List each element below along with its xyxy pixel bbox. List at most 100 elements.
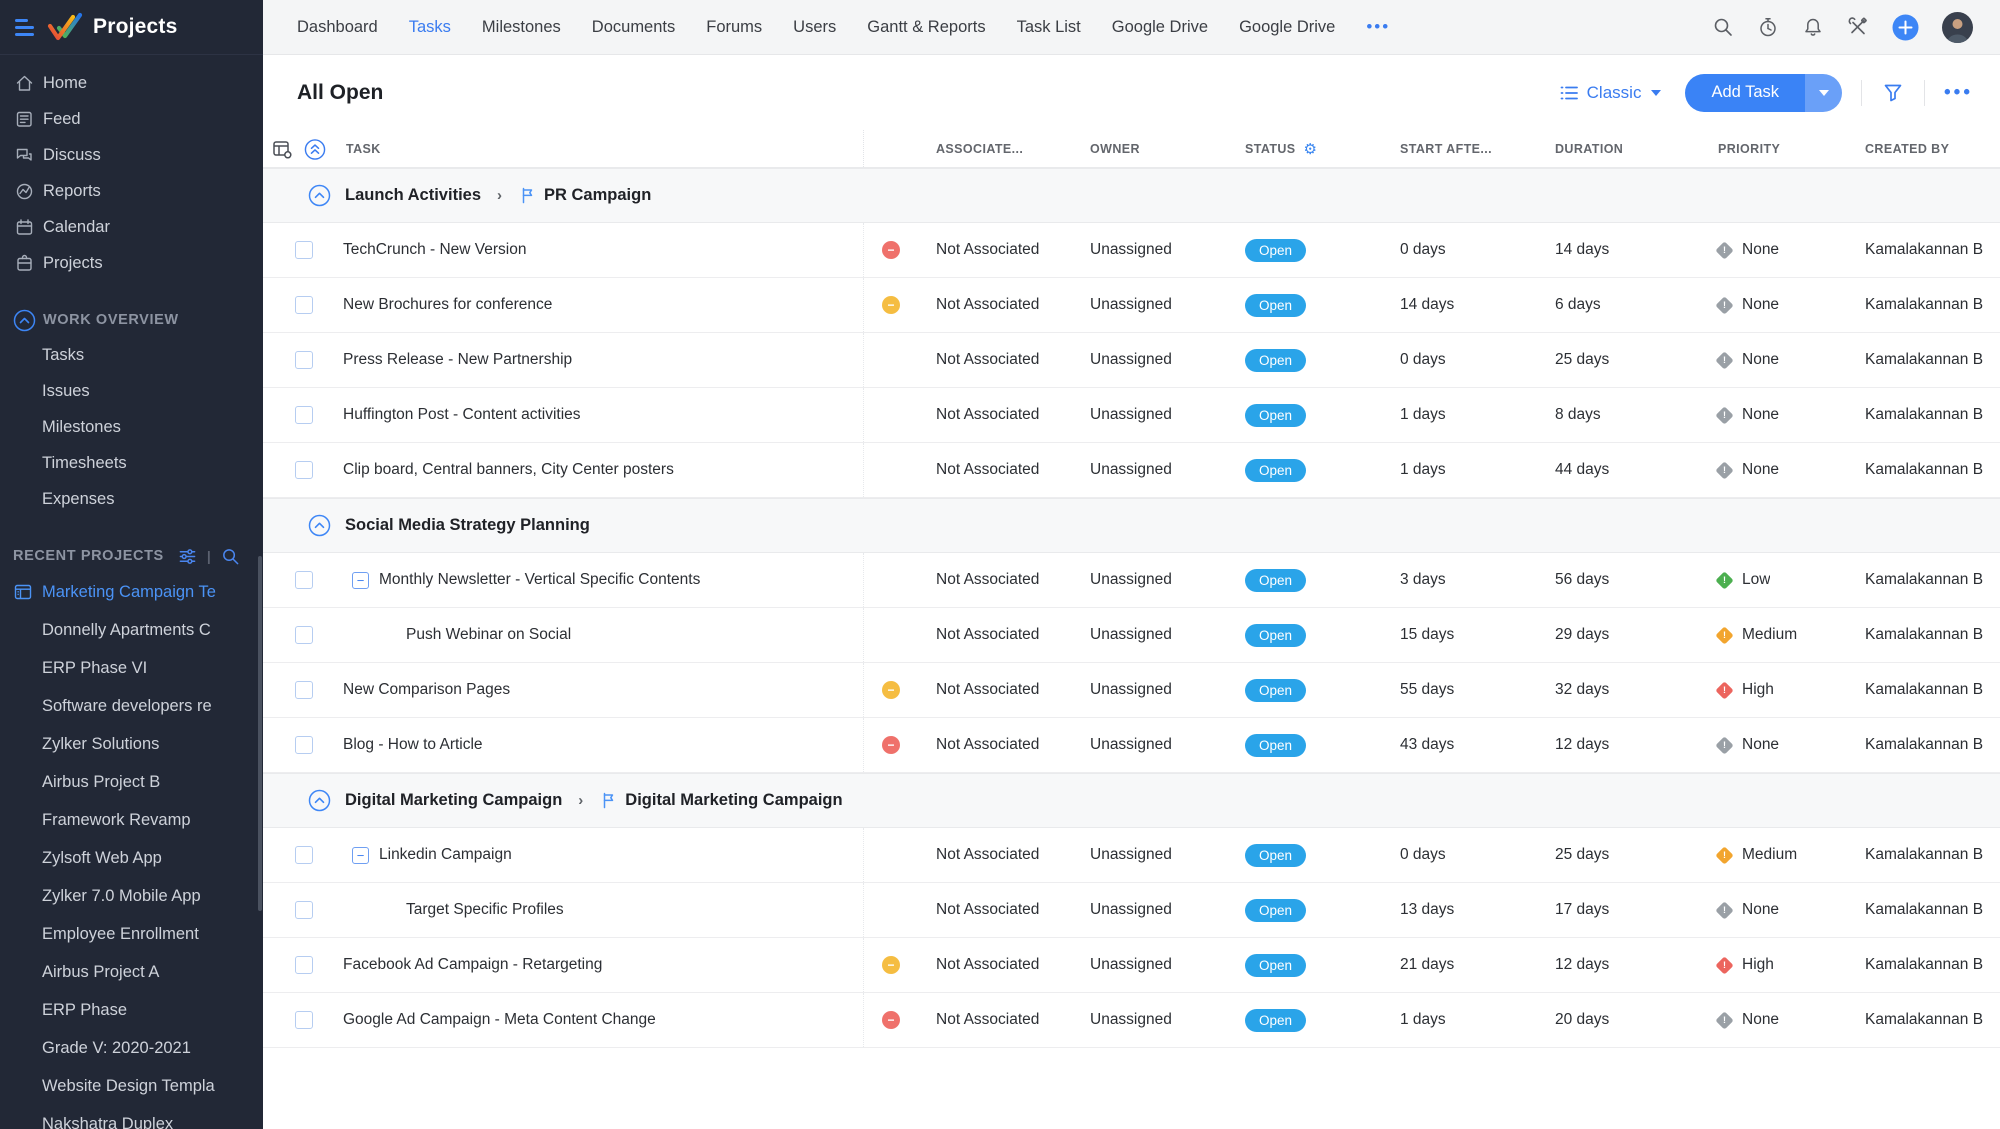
- collapse-group-icon[interactable]: [308, 514, 331, 537]
- owner-value[interactable]: Unassigned: [1090, 351, 1245, 369]
- task-checkbox[interactable]: [295, 296, 313, 314]
- owner-value[interactable]: Unassigned: [1090, 736, 1245, 754]
- priority-cell[interactable]: ! None: [1715, 735, 1865, 755]
- group-title[interactable]: Social Media Strategy Planning: [345, 516, 590, 535]
- owner-value[interactable]: Unassigned: [1090, 241, 1245, 259]
- task-checkbox[interactable]: [295, 1011, 313, 1029]
- group-milestone-label[interactable]: PR Campaign: [544, 186, 651, 205]
- owner-value[interactable]: Unassigned: [1090, 846, 1245, 864]
- associate-cell[interactable]: − Not Associated: [863, 663, 1090, 717]
- sidebar-item-expenses[interactable]: Expenses: [0, 481, 263, 517]
- tab-forums[interactable]: Forums: [706, 18, 762, 37]
- owner-value[interactable]: Unassigned: [1090, 571, 1245, 589]
- filter-icon[interactable]: [1881, 81, 1905, 105]
- priority-cell[interactable]: ! High: [1715, 955, 1865, 975]
- more-actions-icon[interactable]: •••: [1944, 82, 1973, 104]
- tab-documents[interactable]: Documents: [592, 18, 675, 37]
- task-checkbox[interactable]: [295, 406, 313, 424]
- priority-cell[interactable]: ! Low: [1715, 570, 1865, 590]
- owner-value[interactable]: Unassigned: [1090, 406, 1245, 424]
- user-avatar[interactable]: [1942, 11, 1973, 43]
- group-milestone-label[interactable]: Digital Marketing Campaign: [625, 791, 842, 810]
- column-header-duration[interactable]: DURATION: [1555, 142, 1718, 156]
- priority-cell[interactable]: ! None: [1715, 240, 1865, 260]
- task-name[interactable]: TechCrunch - New Version: [343, 241, 527, 259]
- add-task-label[interactable]: Add Task: [1685, 73, 1806, 112]
- column-header-status[interactable]: STATUS ⚙: [1245, 140, 1400, 158]
- recent-project-item[interactable]: Airbus Project B: [0, 763, 263, 801]
- tab-task-list[interactable]: Task List: [1017, 18, 1081, 37]
- column-label[interactable]: TASK: [346, 142, 381, 156]
- sidebar-item-home[interactable]: Home: [0, 65, 263, 101]
- sidebar-item-issues[interactable]: Issues: [0, 373, 263, 409]
- status-badge[interactable]: Open: [1245, 733, 1307, 757]
- task-name[interactable]: Press Release - New Partnership: [343, 351, 572, 369]
- recent-project-item[interactable]: Donnelly Apartments C: [0, 611, 263, 649]
- associate-cell[interactable]: Not Associated: [863, 883, 1090, 937]
- task-name[interactable]: Monthly Newsletter - Vertical Specific C…: [379, 571, 700, 589]
- priority-cell[interactable]: ! High: [1715, 680, 1865, 700]
- recent-project-item[interactable]: Website Design Templa: [0, 1067, 263, 1105]
- tab-milestones[interactable]: Milestones: [482, 18, 561, 37]
- task-name[interactable]: Blog - How to Article: [343, 736, 483, 754]
- add-task-dropdown[interactable]: [1805, 73, 1843, 112]
- subtask-toggle-icon[interactable]: −: [352, 846, 369, 864]
- tab-dashboard[interactable]: Dashboard: [297, 18, 378, 37]
- task-checkbox[interactable]: [295, 681, 313, 699]
- project-filter-icon[interactable]: [178, 547, 197, 566]
- status-badge[interactable]: Open: [1245, 953, 1307, 977]
- table-settings-icon[interactable]: [271, 138, 293, 160]
- sidebar-item-projects[interactable]: Projects: [0, 245, 263, 281]
- associate-cell[interactable]: Not Associated: [863, 608, 1090, 662]
- status-badge[interactable]: Open: [1245, 898, 1307, 922]
- subtask-toggle-icon[interactable]: −: [352, 571, 369, 589]
- priority-cell[interactable]: ! None: [1715, 350, 1865, 370]
- notifications-icon[interactable]: [1802, 16, 1824, 38]
- work-overview-header[interactable]: WORK OVERVIEW: [0, 303, 263, 337]
- task-name[interactable]: Push Webinar on Social: [406, 626, 571, 644]
- task-checkbox[interactable]: [295, 351, 313, 369]
- task-name[interactable]: Facebook Ad Campaign - Retargeting: [343, 956, 602, 974]
- column-header-created-by[interactable]: CREATED BY: [1865, 142, 2000, 156]
- recent-project-item[interactable]: Zylker Solutions: [0, 725, 263, 763]
- collapse-group-icon[interactable]: [308, 184, 331, 207]
- owner-value[interactable]: Unassigned: [1090, 956, 1245, 974]
- status-badge[interactable]: Open: [1245, 1008, 1307, 1032]
- owner-value[interactable]: Unassigned: [1090, 461, 1245, 479]
- recent-project-item[interactable]: Zylker 7.0 Mobile App: [0, 877, 263, 915]
- group-title[interactable]: Digital Marketing Campaign: [345, 791, 562, 810]
- priority-cell[interactable]: ! None: [1715, 460, 1865, 480]
- sidebar-item-reports[interactable]: Reports: [0, 173, 263, 209]
- add-icon[interactable]: [1892, 14, 1919, 41]
- sidebar-item-calendar[interactable]: Calendar: [0, 209, 263, 245]
- task-checkbox[interactable]: [295, 736, 313, 754]
- task-checkbox[interactable]: [295, 461, 313, 479]
- more-tabs-icon[interactable]: •••: [1366, 17, 1390, 37]
- task-name[interactable]: New Comparison Pages: [343, 681, 510, 699]
- tab-tasks[interactable]: Tasks: [409, 18, 451, 37]
- recent-project-item[interactable]: ERP Phase: [0, 991, 263, 1029]
- status-badge[interactable]: Open: [1245, 623, 1307, 647]
- sidebar-item-milestones[interactable]: Milestones: [0, 409, 263, 445]
- status-badge[interactable]: Open: [1245, 458, 1307, 482]
- tab-gantt-reports[interactable]: Gantt & Reports: [867, 18, 985, 37]
- priority-cell[interactable]: ! None: [1715, 1010, 1865, 1030]
- recent-project-item[interactable]: Framework Revamp: [0, 801, 263, 839]
- associate-cell[interactable]: − Not Associated: [863, 278, 1090, 332]
- status-badge[interactable]: Open: [1245, 678, 1307, 702]
- timer-icon[interactable]: [1757, 16, 1779, 38]
- associate-cell[interactable]: Not Associated: [863, 443, 1090, 497]
- collapse-section-icon[interactable]: [13, 309, 36, 332]
- task-name[interactable]: New Brochures for conference: [343, 296, 552, 314]
- status-badge[interactable]: Open: [1245, 403, 1307, 427]
- priority-cell[interactable]: ! None: [1715, 405, 1865, 425]
- column-header-start-after[interactable]: START AFTE...: [1400, 142, 1555, 156]
- task-checkbox[interactable]: [295, 956, 313, 974]
- priority-cell[interactable]: ! Medium: [1715, 625, 1865, 645]
- sidebar-item-tasks[interactable]: Tasks: [0, 337, 263, 373]
- sidebar-item-feed[interactable]: Feed: [0, 101, 263, 137]
- recent-project-item[interactable]: Zylsoft Web App: [0, 839, 263, 877]
- search-icon[interactable]: [1712, 16, 1734, 38]
- tab-google-drive[interactable]: Google Drive: [1112, 18, 1208, 37]
- associate-cell[interactable]: − Not Associated: [863, 718, 1090, 772]
